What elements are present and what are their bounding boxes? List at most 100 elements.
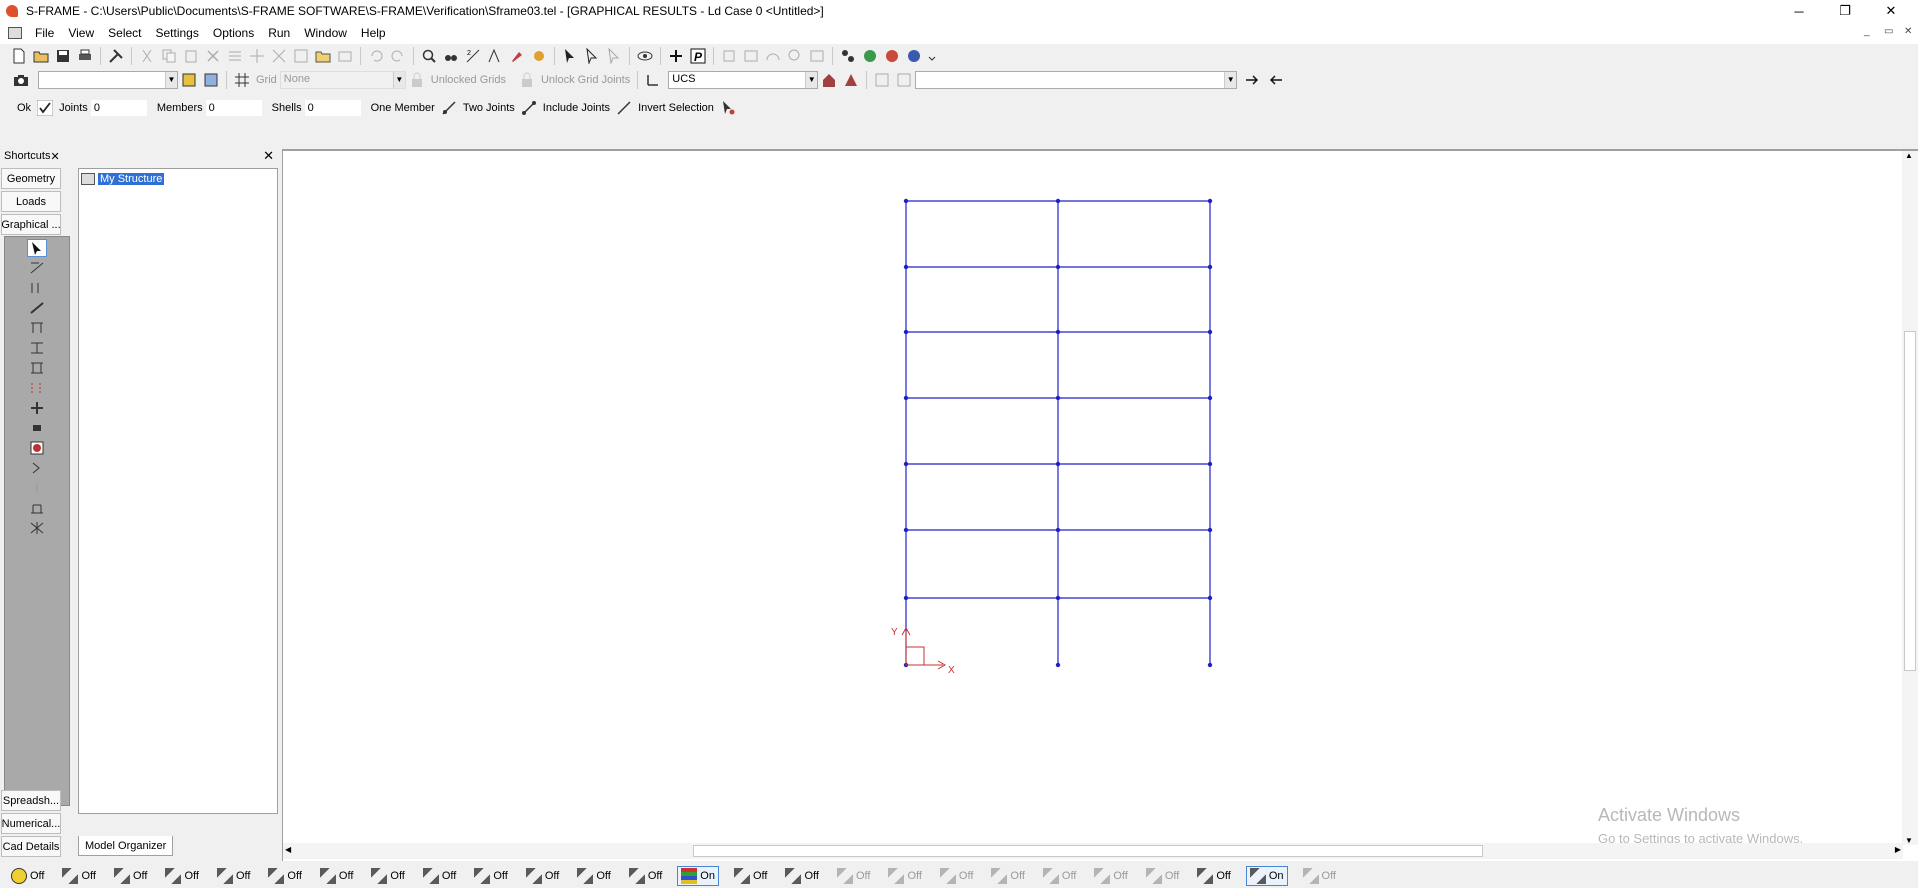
- view-select[interactable]: ▼: [38, 71, 178, 89]
- frame-joint[interactable]: [1055, 461, 1061, 467]
- frame-joint[interactable]: [1055, 264, 1061, 270]
- align-icon[interactable]: [227, 48, 243, 64]
- horizontal-scroll-thumb[interactable]: [693, 845, 1483, 857]
- mdi-minimize-button[interactable]: _: [1864, 26, 1870, 37]
- toggle-section[interactable]: Off: [471, 866, 510, 886]
- ucs-origin-icon[interactable]: [843, 72, 859, 88]
- copy-icon[interactable]: [161, 48, 177, 64]
- save-icon[interactable]: [55, 48, 71, 64]
- toggle-joint-labels[interactable]: Off: [59, 866, 98, 886]
- mdi-restore-button[interactable]: ▭: [1884, 26, 1893, 37]
- move-icon[interactable]: [249, 48, 265, 64]
- chevron-down-icon[interactable]: ▼: [165, 72, 177, 88]
- red-status-icon[interactable]: [884, 48, 900, 64]
- grid-icon[interactable]: [234, 72, 250, 88]
- ucs-home-icon[interactable]: [821, 72, 837, 88]
- ucs-select[interactable]: UCS ▼: [668, 71, 819, 89]
- toggle-member-orient[interactable]: Off: [214, 866, 253, 886]
- unlocked-grids-label[interactable]: Unlocked Grids: [431, 74, 506, 86]
- two-joints-icon[interactable]: [521, 100, 537, 116]
- arrow-right-icon[interactable]: [1245, 72, 1261, 88]
- menu-help[interactable]: Help: [354, 26, 393, 40]
- toggle-search-joint[interactable]: Off: [420, 866, 459, 886]
- members-count-field[interactable]: 0: [205, 100, 262, 116]
- chevron-down-icon[interactable]: ▼: [1224, 72, 1237, 88]
- menu-options[interactable]: Options: [206, 26, 261, 40]
- frame-joint[interactable]: [1207, 395, 1213, 401]
- camera-icon[interactable]: [13, 72, 29, 88]
- view-book-icon[interactable]: [743, 48, 759, 64]
- toggle-diagonal[interactable]: Off: [1194, 866, 1233, 886]
- close-button[interactable]: ✕: [1868, 0, 1914, 22]
- menu-select[interactable]: Select: [101, 26, 148, 40]
- tools-icon[interactable]: [108, 48, 124, 64]
- include-joints-label[interactable]: Include Joints: [543, 102, 610, 114]
- frame-joint[interactable]: [903, 264, 909, 270]
- menu-settings[interactable]: Settings: [149, 26, 206, 40]
- frame-joint[interactable]: [1207, 198, 1213, 204]
- deflection-tool-button[interactable]: [27, 279, 47, 297]
- toggle-plane[interactable]: Off: [885, 866, 924, 886]
- filter-settings-icon[interactable]: [896, 72, 912, 88]
- scroll-down-icon[interactable]: ▼: [1905, 836, 1913, 845]
- filter-select[interactable]: ▼: [915, 71, 1238, 89]
- eye-icon[interactable]: [637, 48, 653, 64]
- plus-icon[interactable]: [668, 48, 684, 64]
- invert-selection-label[interactable]: Invert Selection: [638, 102, 714, 114]
- find-icon[interactable]: [443, 48, 459, 64]
- tree-node-label[interactable]: My Structure: [98, 173, 165, 185]
- frame-joint[interactable]: [1207, 264, 1213, 270]
- paint-icon[interactable]: [509, 48, 525, 64]
- toggle-multi-grid[interactable]: Off: [1143, 866, 1182, 886]
- toggle-vertical-load[interactable]: Off: [574, 866, 613, 886]
- toggle-member-labels[interactable]: Off: [111, 866, 150, 886]
- toggle-mesh[interactable]: Off: [1091, 866, 1130, 886]
- frame-joint[interactable]: [1055, 662, 1061, 668]
- document-icon[interactable]: [8, 27, 22, 39]
- shortcut-numerical-button[interactable]: Numerical...: [1, 813, 61, 834]
- shear-z-tool-button[interactable]: [27, 339, 47, 357]
- frame-joint[interactable]: [1055, 329, 1061, 335]
- ucs-icon[interactable]: [645, 72, 661, 88]
- toggle-smiley[interactable]: Off: [8, 866, 47, 886]
- toggle-load-arrow[interactable]: Off: [523, 866, 562, 886]
- shortcut-graphical-button[interactable]: Graphical ...: [1, 214, 61, 235]
- toggle-shell[interactable]: Off: [265, 866, 304, 886]
- minimize-button[interactable]: ─: [1776, 0, 1822, 22]
- toggle-node-select[interactable]: Off: [782, 866, 821, 886]
- torsion-tool-button[interactable]: [27, 359, 47, 377]
- chevron-down-icon[interactable]: [928, 48, 936, 64]
- scroll-up-icon[interactable]: ▲: [1905, 151, 1913, 160]
- star-tool-button[interactable]: [27, 519, 47, 537]
- frame-joint[interactable]: [903, 329, 909, 335]
- new-file-icon[interactable]: [11, 48, 27, 64]
- toggle-grid-frame[interactable]: Off: [937, 866, 976, 886]
- menu-window[interactable]: Window: [297, 26, 354, 40]
- frame-joint[interactable]: [1207, 595, 1213, 601]
- axial-tool-button[interactable]: [27, 299, 47, 317]
- toggle-release[interactable]: Off: [368, 866, 407, 886]
- toggle-support[interactable]: Off: [317, 866, 356, 886]
- cut-icon[interactable]: [139, 48, 155, 64]
- shear-y-tool-button[interactable]: [27, 319, 47, 337]
- color-tool-icon[interactable]: [531, 48, 547, 64]
- moment-tool-button[interactable]: [27, 379, 47, 397]
- checkmark-icon[interactable]: [37, 100, 54, 116]
- vertical-scrollbar[interactable]: ▲ ▼: [1902, 151, 1918, 845]
- frame-joint[interactable]: [903, 595, 909, 601]
- dimension-icon[interactable]: 2: [465, 48, 481, 64]
- frame-joint[interactable]: [903, 395, 909, 401]
- arrow-left-icon[interactable]: [1267, 72, 1283, 88]
- scroll-right-icon[interactable]: ▶: [1895, 845, 1901, 854]
- shortcut-spreadsheet-button[interactable]: Spreadsh...: [1, 790, 61, 811]
- select-add-icon[interactable]: [584, 48, 600, 64]
- print-icon[interactable]: [77, 48, 93, 64]
- one-member-label[interactable]: One Member: [371, 102, 435, 114]
- layers-manager-icon[interactable]: [203, 72, 219, 88]
- joints-count-field[interactable]: 0: [90, 100, 147, 116]
- frame-joint[interactable]: [1207, 461, 1213, 467]
- vertical-scroll-thumb[interactable]: [1904, 331, 1916, 671]
- mdi-close-button[interactable]: ✕: [1904, 26, 1912, 37]
- toggle-extrude[interactable]: Off: [731, 866, 770, 886]
- restore-button[interactable]: ❐: [1822, 0, 1868, 22]
